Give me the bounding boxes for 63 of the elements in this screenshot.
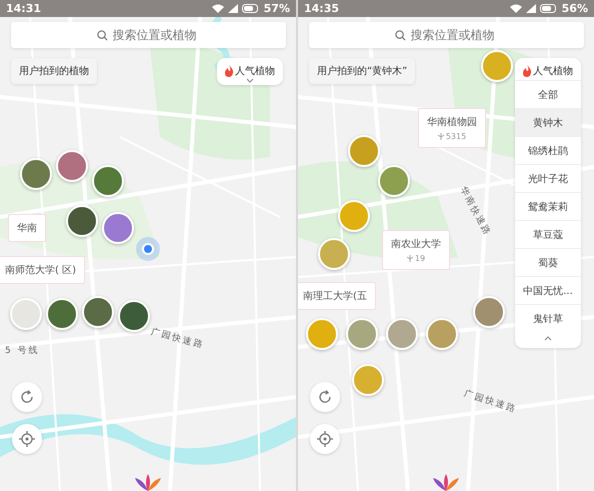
flame-icon <box>523 65 532 77</box>
popular-plants-button[interactable]: 人气植物 <box>225 58 275 85</box>
photo-placeholder[interactable] <box>46 298 78 330</box>
place-name: 南理工大学(五 <box>303 290 367 303</box>
status-time: 14:31 <box>6 2 42 15</box>
plant-option[interactable]: 全部 <box>515 80 581 108</box>
plant-option[interactable]: 光叶子花 <box>515 164 581 192</box>
plant-option[interactable]: 鬼针草 <box>515 304 581 332</box>
place-name: 南农业大学 <box>391 238 441 251</box>
refresh-button[interactable] <box>12 382 42 412</box>
photo-count: 19 <box>406 254 426 263</box>
place-card[interactable]: 南理工大学(五 <box>298 282 376 310</box>
battery-icon <box>242 4 260 13</box>
search-icon <box>394 30 406 40</box>
filter-label: 用户拍到的植物 <box>11 58 97 84</box>
popular-plants-button[interactable]: 人气植物 <box>523 58 573 80</box>
filter-label: 用户拍到的“黄钟木” <box>309 58 416 84</box>
locate-button[interactable] <box>310 424 340 454</box>
place-name: 南师范大学( 区) <box>5 264 76 277</box>
road-label: 5 号线 <box>5 344 40 357</box>
crosshair-icon <box>19 431 35 447</box>
plant-option[interactable]: 草豆蔻 <box>515 220 581 248</box>
refresh-icon <box>317 389 333 405</box>
place-card[interactable]: 华南植物园 5315 <box>418 108 486 148</box>
crosshair-icon <box>317 431 333 447</box>
road-label: 广园快速路 <box>149 326 206 352</box>
search-input[interactable]: 搜索位置或植物 <box>110 27 200 43</box>
refresh-icon <box>19 389 35 405</box>
plant-option[interactable]: 蜀葵 <box>515 248 581 276</box>
wifi-icon <box>212 4 224 13</box>
photo-count: 5315 <box>438 132 466 141</box>
road-label: 华南快速路 <box>456 184 494 239</box>
wifi-icon <box>510 4 522 13</box>
status-time: 14:35 <box>304 2 340 15</box>
plant-option[interactable]: 锦绣杜鹃 <box>515 136 581 164</box>
plant-option[interactable]: 黄钟木 <box>515 108 581 136</box>
photo-placeholder[interactable] <box>92 165 124 197</box>
flame-icon <box>225 65 234 77</box>
place-card[interactable]: 南师范大学( 区) <box>0 256 85 284</box>
place-name: 华南 <box>17 222 37 235</box>
battery-level: 57% <box>264 2 290 15</box>
place-card[interactable]: 南农业大学 19 <box>382 230 450 270</box>
photo-placeholder[interactable] <box>82 296 114 328</box>
plant-icon <box>406 255 413 262</box>
plant-icon <box>438 133 444 140</box>
battery-level: 56% <box>562 2 588 15</box>
lotus-logo[interactable] <box>132 472 164 491</box>
search-input[interactable]: 搜索位置或植物 <box>408 27 498 43</box>
signal-icon <box>228 4 238 13</box>
battery-icon <box>540 4 558 13</box>
lotus-logo[interactable] <box>430 472 462 491</box>
chevron-down-icon <box>246 78 254 83</box>
road-label: 广园快速路 <box>462 388 519 416</box>
signal-icon <box>526 4 536 13</box>
plant-option[interactable]: 鸳鸯茉莉 <box>515 192 581 220</box>
refresh-button[interactable] <box>310 382 340 412</box>
photo-placeholder[interactable] <box>56 150 88 182</box>
plant-option[interactable]: 中国无忧... <box>515 276 581 304</box>
photo-placeholder[interactable] <box>473 296 505 328</box>
place-card[interactable]: 华南 <box>8 214 46 242</box>
search-icon <box>96 30 108 40</box>
place-name: 华南植物园 <box>427 116 477 129</box>
photo-placeholder[interactable] <box>118 300 150 332</box>
